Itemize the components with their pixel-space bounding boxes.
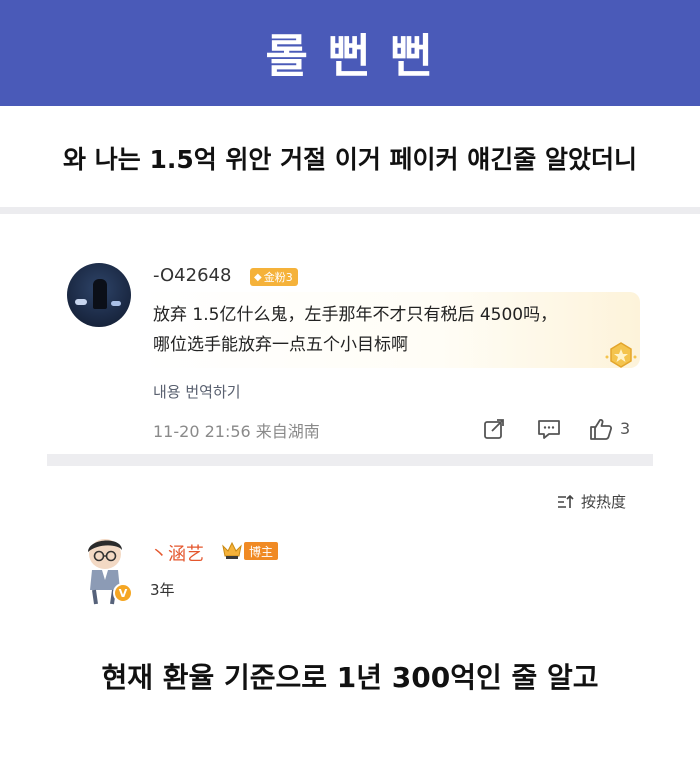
title-banner: 롤 뻔 뻔 — [0, 0, 700, 106]
comment-body: 放弃 1.5亿什么鬼，左手那年不才只有税后 4500吗， 哪位选手能放弃一点五个… — [153, 300, 603, 360]
sort-icon — [558, 494, 574, 508]
section-divider — [0, 207, 700, 214]
comment-line-1: 放弃 1.5亿什么鬼，左手那年不才只有税后 4500吗， — [153, 305, 558, 325]
translate-link[interactable]: 내용 번역하기 — [153, 381, 241, 402]
banner-title: 롤 뻔 뻔 — [265, 29, 435, 83]
medal-icon — [605, 342, 637, 368]
fan-badge-icon: ◆ — [254, 271, 262, 283]
sort-label: 按热度 — [581, 493, 627, 511]
comment-icon[interactable] — [536, 416, 562, 442]
reply-meta: 3年 — [150, 581, 175, 599]
bottom-caption: 현재 환율 기준으로 1년 300억인 줄 알고 — [101, 661, 599, 694]
like-icon[interactable] — [588, 416, 614, 442]
like-count: 3 — [620, 419, 631, 438]
post-subtitle: 와 나는 1.5억 위안 거절 이거 페이커 얘긴줄 알았더니 — [63, 145, 637, 174]
fan-badge-label: 金粉3 — [263, 271, 293, 284]
fan-badge: ◆ 金粉3 — [250, 268, 298, 286]
verified-badge: V — [113, 583, 133, 603]
comment-line-2: 哪位选手能放弃一点五个小目标啊 — [153, 335, 408, 355]
replier-username[interactable]: 丶涵艺 — [150, 540, 204, 566]
crown-icon — [222, 541, 242, 559]
section-divider-2 — [47, 454, 653, 466]
blogger-badge: 博主 — [244, 542, 279, 560]
comment-timestamp: 11-20 21:56 来自湖南 — [153, 422, 320, 441]
share-icon[interactable] — [481, 416, 507, 442]
sort-toggle[interactable]: 按热度 — [557, 491, 626, 512]
commenter-username[interactable]: -O42648 — [153, 265, 231, 286]
commenter-avatar[interactable] — [67, 263, 131, 327]
